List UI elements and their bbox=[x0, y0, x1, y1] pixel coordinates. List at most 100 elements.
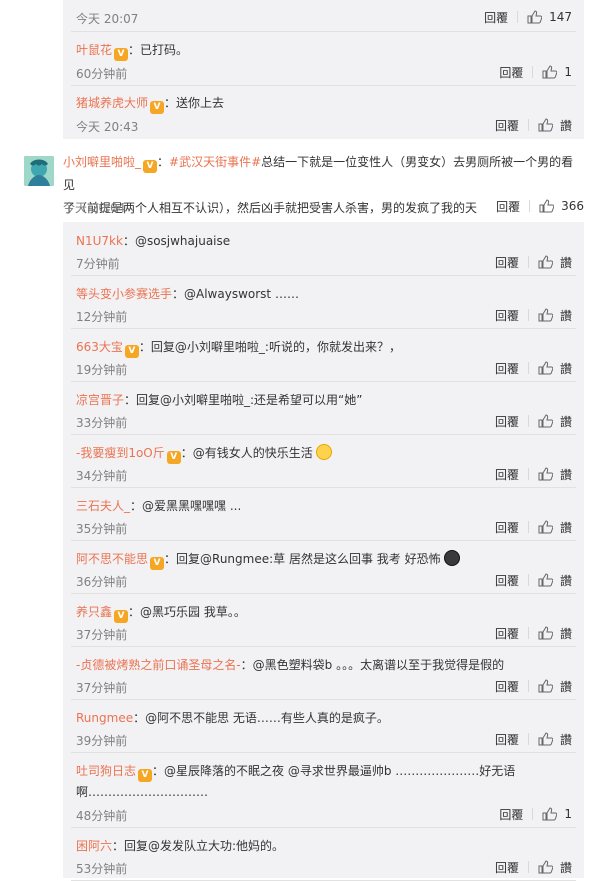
topic-link[interactable]: #武汉天街事件# bbox=[169, 155, 261, 169]
reply-author[interactable]: 养只鑫 V bbox=[76, 605, 129, 623]
divider bbox=[517, 11, 519, 23]
reply-button[interactable]: 回覆 bbox=[495, 572, 519, 589]
reply-button[interactable]: 回覆 bbox=[484, 9, 508, 26]
divider bbox=[527, 415, 529, 427]
reply-item: -我要瘦到1oO斤 V ：@有钱女人的快乐生活 bbox=[76, 443, 572, 464]
reply-button[interactable]: 回覆 bbox=[495, 413, 519, 430]
reply-button[interactable]: 回覆 bbox=[495, 859, 519, 876]
reply-button[interactable]: 回覆 bbox=[495, 466, 519, 483]
like-button[interactable]: 讚 bbox=[538, 466, 572, 483]
like-button[interactable]: 366 bbox=[539, 199, 584, 213]
reply-button[interactable]: 回覆 bbox=[499, 64, 523, 81]
reply-button[interactable]: 回覆 bbox=[495, 519, 519, 536]
reply-button[interactable]: 回覆 bbox=[495, 254, 519, 271]
reply-author[interactable]: Rungmee bbox=[76, 711, 133, 725]
reply-time: 34分钟前 bbox=[76, 469, 128, 483]
reply-author[interactable]: 等头变小参赛选手 bbox=[76, 287, 172, 301]
reply-text: ：@Alwaysworst …… bbox=[172, 287, 299, 301]
vip-badge-icon: V bbox=[150, 101, 165, 114]
reply-author[interactable]: 阿不思不能思 V bbox=[76, 552, 165, 570]
like-button[interactable]: 讚 bbox=[538, 625, 572, 642]
reply-author[interactable]: 三石夫人_ bbox=[76, 499, 130, 513]
reply-author[interactable]: N1U7kk bbox=[76, 234, 123, 248]
reply-author[interactable]: 叶鼠花 V bbox=[76, 43, 129, 61]
reply-meta-row: 37分钟前 回覆 讚 bbox=[76, 676, 572, 696]
like-button[interactable]: 讚 bbox=[538, 413, 572, 430]
reply-button[interactable]: 回覆 bbox=[496, 198, 520, 215]
divider bbox=[527, 362, 529, 374]
main-comment-meta-row: 今天 20:04 回覆 366 bbox=[63, 196, 584, 216]
reply-button[interactable]: 回覆 bbox=[495, 117, 519, 134]
reply-button[interactable]: 回覆 bbox=[499, 806, 523, 823]
colon: ： bbox=[157, 155, 170, 169]
reply-meta-row: 48分钟前 回覆 1 bbox=[76, 804, 572, 824]
reply-author[interactable]: 困阿六 bbox=[76, 839, 112, 853]
like-button[interactable]: 讚 bbox=[538, 307, 572, 324]
reply-meta-row: 今天 20:43 回覆 讚 bbox=[76, 115, 572, 135]
reply-text-line2: 啊………………………… bbox=[76, 785, 209, 799]
reply-text: ：@sosjwhajuaise bbox=[122, 234, 231, 248]
thumbs-up-icon bbox=[538, 361, 553, 375]
reply-button[interactable]: 回覆 bbox=[495, 307, 519, 324]
like-button[interactable]: 讚 bbox=[538, 572, 572, 589]
reply-author[interactable]: 猪城养虎大师 V bbox=[76, 96, 165, 114]
reply-button[interactable]: 回覆 bbox=[495, 731, 519, 748]
reply-actions: 回覆 讚 bbox=[495, 115, 572, 135]
reply-actions: 回覆 讚 bbox=[495, 411, 572, 431]
like-button[interactable]: 1 bbox=[542, 807, 572, 821]
scared-emoji-icon bbox=[443, 550, 460, 566]
thumbs-up-icon bbox=[538, 467, 553, 481]
reply-item: 阿不思不能思 V ：回复@Rungmee:草 居然是这么回事 我考 好恐怖 bbox=[76, 549, 572, 570]
divider bbox=[71, 31, 576, 32]
reply-author[interactable]: 吐司狗日志 V bbox=[76, 764, 153, 782]
like-button[interactable]: 讚 bbox=[538, 859, 572, 876]
reply-time: 53分钟前 bbox=[76, 862, 128, 876]
thumbs-up-icon bbox=[538, 626, 553, 640]
reply-text: ：已打码。 bbox=[128, 43, 189, 57]
like-button[interactable]: 讚 bbox=[538, 254, 572, 271]
thumbs-up-icon bbox=[538, 860, 553, 874]
reply-time: 48分钟前 bbox=[76, 809, 128, 823]
reply-text: ：回复@小刘噼里啪啦_:还是希望可以用“她” bbox=[124, 393, 363, 407]
like-count: 讚 bbox=[559, 118, 572, 133]
comment-author[interactable]: 小刘噼里啪啦_ V bbox=[63, 155, 158, 173]
reply-item: Rungmee：@阿不思不能思 无语……有些人真的是疯子。 bbox=[76, 708, 572, 728]
like-button[interactable]: 讚 bbox=[538, 117, 572, 134]
reply-meta-row: 34分钟前 回覆 讚 bbox=[76, 464, 572, 484]
reply-author[interactable]: 凉宫晋子 bbox=[76, 393, 124, 407]
avatar[interactable] bbox=[24, 156, 54, 186]
reply-actions: 回覆 讚 bbox=[495, 464, 572, 484]
divider bbox=[71, 381, 576, 382]
divider bbox=[527, 309, 529, 321]
reply-button[interactable]: 回覆 bbox=[495, 360, 519, 377]
reply-actions: 回覆 讚 bbox=[495, 305, 572, 325]
like-button[interactable]: 讚 bbox=[538, 519, 572, 536]
like-button[interactable]: 讚 bbox=[538, 360, 572, 377]
like-button[interactable]: 讚 bbox=[538, 731, 572, 748]
reply-author[interactable]: -贞德被烤熟之前口诵圣母之名- bbox=[76, 658, 241, 672]
reply-author[interactable]: -我要瘦到1oO斤 V bbox=[76, 446, 181, 464]
reply-actions: 回覆 讚 bbox=[495, 517, 572, 537]
reply-author[interactable]: 663大宝 V bbox=[76, 340, 139, 358]
reply-item: -贞德被烤熟之前口诵圣母之名-：@黑色塑料袋b 。。。太离谱以至于我觉得是假的 bbox=[76, 655, 572, 675]
like-count: 147 bbox=[549, 10, 572, 24]
like-button[interactable]: 147 bbox=[527, 10, 572, 24]
like-button[interactable]: 1 bbox=[542, 65, 572, 79]
thumbs-up-icon bbox=[538, 308, 553, 322]
reply-text: ：送你上去 bbox=[164, 96, 225, 110]
vip-badge-icon: V bbox=[114, 48, 129, 61]
reply-button[interactable]: 回覆 bbox=[495, 625, 519, 642]
divider bbox=[529, 200, 531, 212]
reply-item: 吐司狗日志 V ：@星辰降落的不眠之夜 @寻求世界最逼帅b …………………好无语 啊…… bbox=[76, 761, 572, 802]
divider bbox=[527, 119, 529, 131]
like-count: 366 bbox=[561, 199, 584, 213]
reply-time: 33分钟前 bbox=[76, 416, 128, 430]
reply-time: 今天 20:43 bbox=[76, 120, 139, 134]
reply-actions: 回覆 讚 bbox=[495, 358, 572, 378]
reply-actions: 回覆 讚 bbox=[495, 252, 572, 272]
reply-button[interactable]: 回覆 bbox=[495, 678, 519, 695]
comment-actions: 回覆 366 bbox=[496, 196, 584, 216]
like-button[interactable]: 讚 bbox=[538, 678, 572, 695]
divider bbox=[527, 861, 529, 873]
comment-actions: 回覆 147 bbox=[484, 7, 572, 27]
